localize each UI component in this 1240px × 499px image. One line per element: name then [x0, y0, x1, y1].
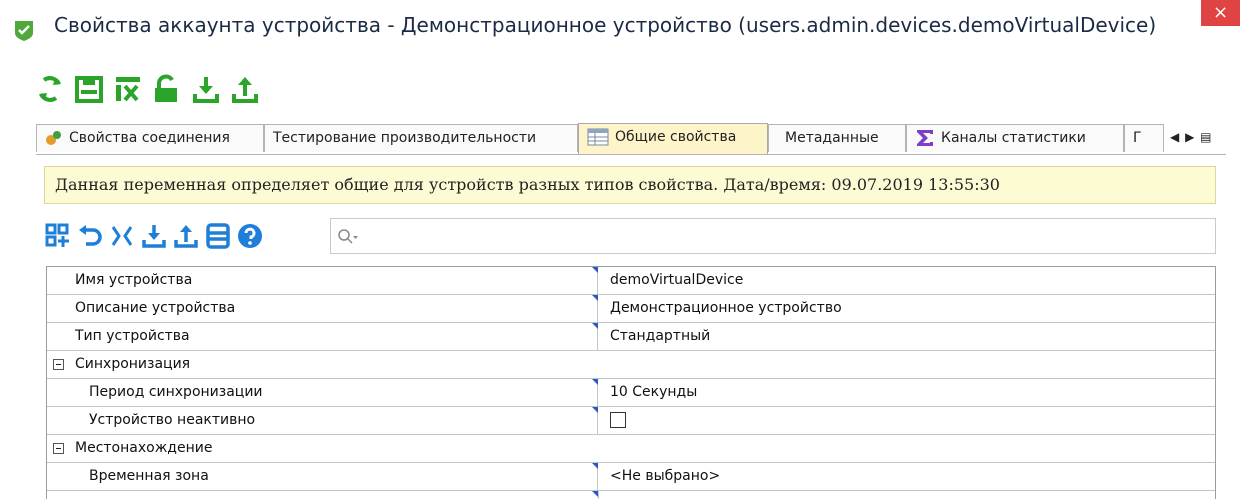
properties-grid: Имя устройства demoVirtualDevice Описани… — [46, 266, 1216, 499]
save-button[interactable] — [73, 73, 105, 105]
property-row-sync-period: Период синхронизации 10 Секунды — [47, 379, 1215, 407]
device-inactive-checkbox[interactable] — [610, 412, 626, 428]
download-icon — [193, 77, 219, 103]
tab-label: Тестирование производительности — [273, 130, 537, 146]
tab-label: Г — [1133, 130, 1142, 146]
property-label: Тип устройства — [47, 323, 598, 350]
edit-marker-icon — [592, 323, 598, 329]
tab-general-properties[interactable]: Общие свойства — [578, 123, 768, 154]
property-value: Демонстрационное устройство — [610, 300, 842, 316]
tab-connection-properties[interactable]: Свойства соединения — [36, 124, 264, 152]
property-label: Временная зона — [47, 463, 598, 490]
tab-navigation: ◀ ▶ ▤ — [1170, 130, 1212, 144]
property-value: <Не выбрано> — [610, 468, 721, 484]
edit-marker-icon — [592, 491, 598, 497]
group-row-location[interactable]: Местонахождение — [47, 435, 1215, 463]
report-button[interactable] — [204, 219, 232, 253]
property-row-device-name: Имя устройства demoVirtualDevice — [47, 267, 1215, 295]
save-icon — [75, 76, 103, 103]
import-button[interactable] — [140, 219, 168, 253]
grid-add-icon — [45, 223, 69, 247]
tab-label: Каналы статистики — [941, 130, 1086, 146]
group-label: Синхронизация — [75, 356, 191, 372]
export-button[interactable] — [172, 219, 200, 253]
tab-statistics-channels[interactable]: Каналы статистики — [906, 124, 1124, 152]
tab-label: Метаданные — [785, 130, 879, 146]
edit-marker-icon — [592, 267, 598, 273]
refresh-icon — [39, 76, 61, 102]
tab-metadata[interactable]: Метаданные — [768, 124, 906, 152]
edit-marker-icon — [592, 295, 598, 301]
property-row-device-type: Тип устройства Стандартный — [47, 323, 1215, 351]
property-value-cell[interactable]: Стандартный — [592, 323, 1215, 350]
group-row-synchronization[interactable]: Синхронизация — [47, 351, 1215, 379]
tab-label: Общие свойства — [615, 129, 737, 145]
tab-list-menu-button[interactable]: ▤ — [1200, 130, 1212, 144]
undo-icon — [79, 225, 102, 246]
collapse-icon — [111, 226, 133, 246]
property-row-device-description: Описание устройства Демонстрационное уст… — [47, 295, 1215, 323]
grid-toolbar — [44, 218, 264, 254]
undo-button[interactable] — [76, 219, 104, 253]
connection-icon — [46, 131, 61, 145]
search-field[interactable] — [330, 218, 1216, 254]
upload-icon — [232, 77, 258, 103]
app-shield-icon — [15, 21, 33, 41]
window-title: Свойства аккаунта устройства - Демонстра… — [54, 13, 1157, 37]
tab-scroll-left-button[interactable]: ◀ — [1170, 130, 1180, 144]
property-row-device-inactive: Устройство неактивно — [47, 407, 1215, 435]
property-label: Имя устройства — [47, 267, 598, 294]
property-label: Период синхронизации — [47, 379, 598, 406]
import-icon — [142, 225, 166, 248]
upload-button[interactable] — [229, 73, 261, 105]
clear-button[interactable] — [112, 73, 144, 105]
property-row-time-zone: Временная зона <Не выбрано> — [47, 463, 1215, 491]
sigma-icon — [917, 130, 933, 146]
title-bar: Свойства аккаунта устройства - Демонстра… — [0, 0, 1240, 56]
tab-bar: Свойства соединения Тестирование произво… — [36, 123, 1226, 155]
tab-overflow[interactable]: Г — [1124, 124, 1164, 152]
tab-scroll-right-button[interactable]: ▶ — [1185, 130, 1195, 144]
property-value: Стандартный — [610, 328, 711, 344]
unlock-icon — [155, 74, 177, 102]
property-value-cell[interactable]: Демонстрационное устройство — [592, 295, 1215, 322]
tab-performance-testing[interactable]: Тестирование производительности — [264, 124, 578, 152]
help-icon — [238, 224, 262, 248]
property-value-cell — [592, 407, 1215, 434]
group-label: Местонахождение — [75, 440, 213, 456]
list-icon — [206, 223, 230, 249]
download-button[interactable] — [190, 73, 222, 105]
collapse-button[interactable] — [108, 219, 136, 253]
main-toolbar — [34, 72, 261, 106]
help-button[interactable] — [236, 219, 264, 253]
table-icon — [587, 128, 609, 146]
add-row-button[interactable] — [44, 219, 72, 253]
search-icon — [338, 229, 358, 244]
unlock-button[interactable] — [151, 73, 183, 105]
export-icon — [174, 225, 198, 248]
edit-marker-icon — [592, 379, 598, 385]
info-banner: Данная переменная определяет общие для у… — [44, 166, 1216, 204]
clear-icon — [116, 77, 140, 102]
property-value-cell[interactable]: 10 Секунды — [592, 379, 1215, 406]
property-label: Описание устройства — [47, 295, 598, 322]
property-value-cell[interactable]: demoVirtualDevice — [592, 267, 1215, 294]
edit-marker-icon — [592, 407, 598, 413]
property-value: demoVirtualDevice — [610, 272, 744, 288]
property-label: Устройство неактивно — [47, 407, 598, 434]
edit-marker-icon — [592, 463, 598, 469]
refresh-button[interactable] — [34, 73, 66, 105]
property-value: 10 Секунды — [610, 384, 698, 400]
close-button[interactable]: × — [1201, 0, 1240, 26]
tab-label: Свойства соединения — [69, 130, 230, 146]
property-value-cell[interactable]: <Не выбрано> — [592, 463, 1215, 490]
